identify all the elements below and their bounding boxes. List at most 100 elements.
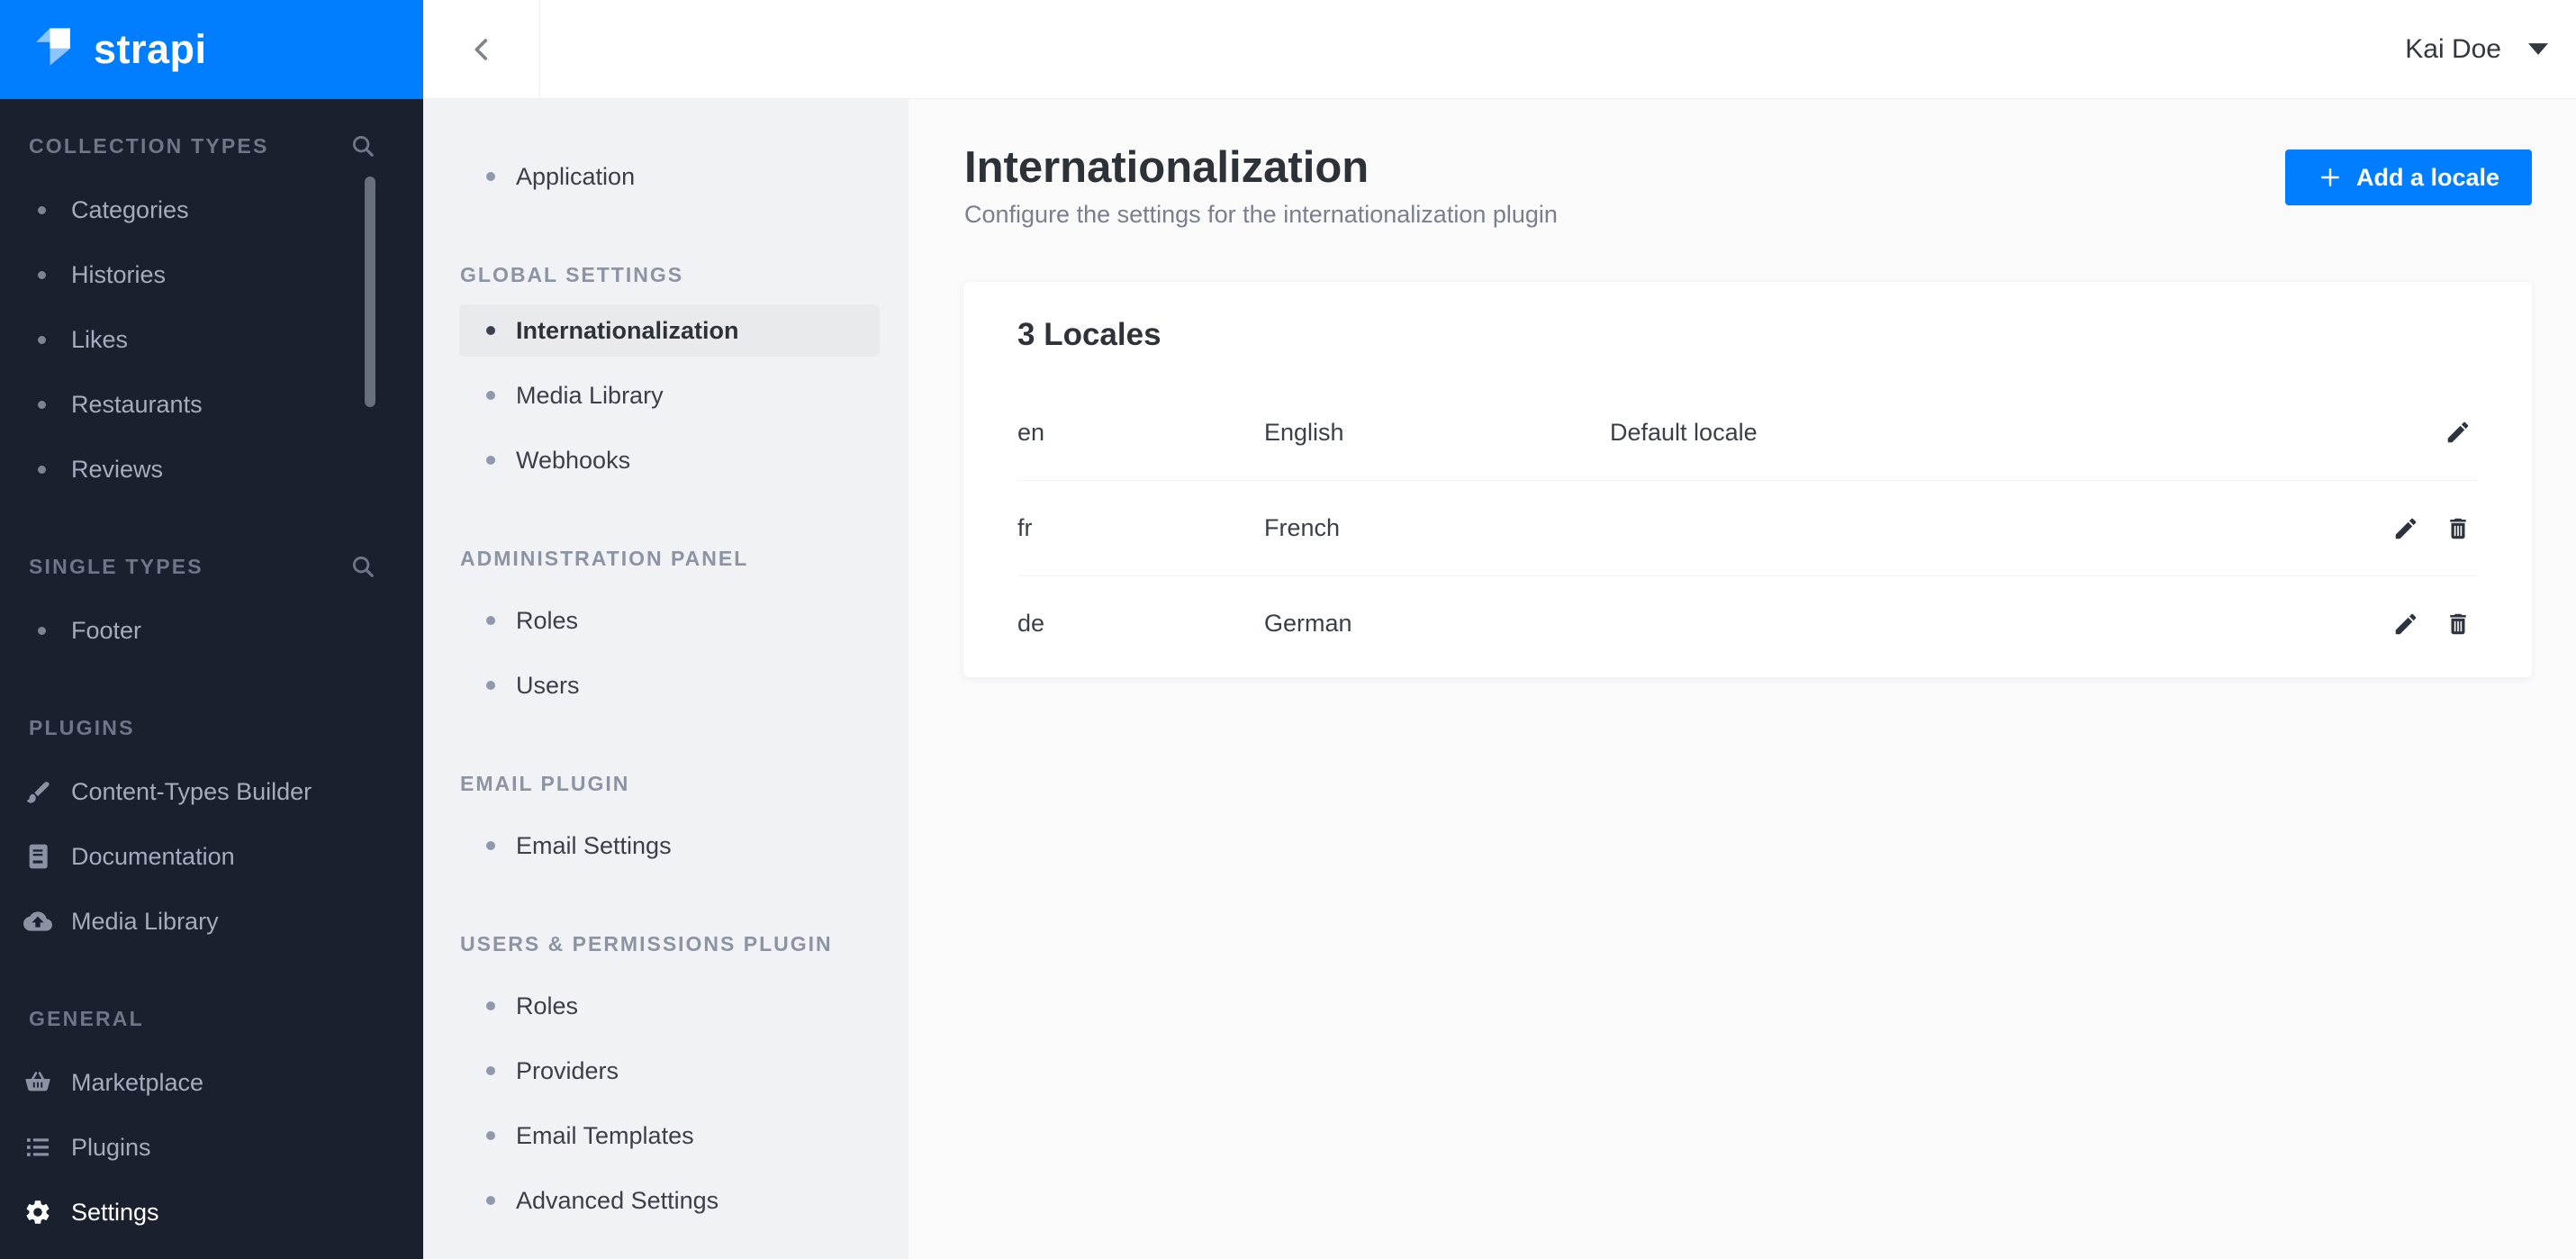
edit-locale-button[interactable] xyxy=(2386,604,2426,644)
settings-item-email-templates[interactable]: Email Templates xyxy=(423,1103,908,1168)
pencil-icon xyxy=(2395,518,2417,539)
locale-code: en xyxy=(1017,418,1045,446)
general-header: GENERAL xyxy=(29,1006,144,1030)
bullet-icon xyxy=(486,172,495,181)
bullet-icon xyxy=(38,335,46,344)
sidebar-scrollbar-thumb[interactable] xyxy=(365,177,375,407)
sidebar-item-settings[interactable]: Settings xyxy=(0,1180,423,1245)
locale-actions xyxy=(2386,604,2478,644)
locale-name: German xyxy=(1264,610,1352,637)
sidebar-item-media-library[interactable]: Media Library xyxy=(0,889,423,954)
locale-name: French xyxy=(1264,514,1341,541)
bullet-icon xyxy=(38,205,46,214)
bullet-icon xyxy=(486,391,495,400)
chevron-left-icon xyxy=(474,38,487,60)
collection-types-list: Categories Histories Likes Restaurants R… xyxy=(0,177,423,502)
trash-icon xyxy=(2450,613,2466,634)
settings-item-application[interactable]: Application xyxy=(423,144,908,209)
locales-card: 3 Locales en English Default locale fr F… xyxy=(963,282,2532,677)
section-general: GENERAL Marketplace Plugins Settings xyxy=(0,1002,423,1245)
back-button[interactable] xyxy=(423,0,540,98)
settings-item-media-library[interactable]: Media Library xyxy=(423,363,908,428)
global-settings-header: GLOBAL SETTINGS xyxy=(460,262,684,286)
add-locale-button[interactable]: Add a locale xyxy=(2284,149,2532,205)
settings-item-advanced-settings[interactable]: Advanced Settings xyxy=(423,1168,908,1233)
section-collection-types: COLLECTION TYPES Categories Histories Li… xyxy=(0,130,423,502)
sidebar-item-content-types-builder[interactable]: Content-Types Builder xyxy=(0,759,423,824)
strapi-logo[interactable]: strapi xyxy=(0,0,423,99)
settings-item-email-settings[interactable]: Email Settings xyxy=(423,813,908,878)
pencil-icon xyxy=(2395,613,2417,634)
settings-item-up-roles[interactable]: Roles xyxy=(423,974,908,1038)
bullet-icon xyxy=(486,456,495,465)
sidebar-item-histories[interactable]: Histories xyxy=(0,242,423,307)
bullet-icon xyxy=(486,1001,495,1010)
sidebar-item-marketplace[interactable]: Marketplace xyxy=(0,1050,423,1115)
settings-item-webhooks[interactable]: Webhooks xyxy=(423,428,908,493)
sidebar-item-reviews[interactable]: Reviews xyxy=(0,437,423,502)
user-menu[interactable]: Kai Doe xyxy=(2405,34,2576,65)
settings-item-admin-roles[interactable]: Roles xyxy=(423,588,908,653)
strapi-admin-app: strapi COLLECTION TYPES Categories Histo… xyxy=(0,0,2576,1259)
gear-icon xyxy=(26,1200,50,1224)
bullet-icon xyxy=(486,1196,495,1205)
single-types-header: SINGLE TYPES xyxy=(0,550,423,583)
administration-panel-header: ADMINISTRATION PANEL xyxy=(460,546,749,570)
locale-actions xyxy=(2438,412,2478,452)
settings-item-internationalization[interactable]: Internationalization xyxy=(459,304,880,357)
sidebar-item-documentation[interactable]: Documentation xyxy=(0,824,423,889)
locale-code: de xyxy=(1017,610,1045,637)
list-icon xyxy=(27,1138,49,1156)
delete-locale-button[interactable] xyxy=(2438,509,2478,548)
sidebar-item-restaurants[interactable]: Restaurants xyxy=(0,372,423,437)
pencil-icon xyxy=(2447,421,2469,443)
section-plugins: PLUGINS Content-Types Builder Documentat… xyxy=(0,711,423,954)
edit-locale-button[interactable] xyxy=(2438,412,2478,452)
bullet-icon xyxy=(486,681,495,690)
user-name: Kai Doe xyxy=(2405,33,2501,64)
locale-code: fr xyxy=(1017,514,1033,541)
settings-item-admin-users[interactable]: Users xyxy=(423,653,908,718)
bullet-icon xyxy=(486,1131,495,1140)
main-sidebar: strapi COLLECTION TYPES Categories Histo… xyxy=(0,0,423,1259)
search-icon[interactable] xyxy=(349,553,376,580)
main-content: Internationalization Configure the setti… xyxy=(908,99,2576,1259)
book-icon xyxy=(29,844,48,869)
cloud-upload-icon xyxy=(23,911,52,931)
bullet-icon xyxy=(38,270,46,279)
locales-table: en English Default locale fr French de G… xyxy=(963,385,2532,671)
content-body: Application GLOBAL SETTINGS Internationa… xyxy=(423,99,2576,1259)
locale-row-fr: fr French xyxy=(1017,480,2478,575)
sidebar-item-categories[interactable]: Categories xyxy=(0,177,423,242)
delete-locale-button[interactable] xyxy=(2438,604,2478,644)
bullet-icon xyxy=(486,616,495,625)
trash-icon xyxy=(2450,518,2466,539)
locale-row-en: en English Default locale xyxy=(1017,385,2478,480)
locales-card-title: 3 Locales xyxy=(1017,317,1161,352)
locale-actions xyxy=(2386,509,2478,548)
search-icon[interactable] xyxy=(349,132,376,159)
caret-down-icon xyxy=(2528,43,2548,55)
basket-icon xyxy=(25,1072,50,1091)
users-permissions-plugin-header: USERS & PERMISSIONS PLUGIN xyxy=(460,931,833,956)
collection-types-header: COLLECTION TYPES xyxy=(0,130,423,162)
plus-icon xyxy=(2320,168,2339,186)
bullet-icon xyxy=(38,400,46,409)
sidebar-item-likes[interactable]: Likes xyxy=(0,307,423,372)
brush-icon xyxy=(26,782,50,803)
plugins-header: PLUGINS xyxy=(29,715,135,739)
locale-row-de: de German xyxy=(1017,575,2478,671)
sidebar-item-plugins[interactable]: Plugins xyxy=(0,1115,423,1180)
right-pane: Kai Doe Application GLOBAL SETTINGS Inte… xyxy=(423,0,2576,1259)
settings-sidebar: Application GLOBAL SETTINGS Internationa… xyxy=(423,99,908,1259)
email-plugin-header: EMAIL PLUGIN xyxy=(460,771,630,795)
edit-locale-button[interactable] xyxy=(2386,509,2426,548)
locale-name: English xyxy=(1264,418,1344,446)
bullet-icon xyxy=(486,326,495,335)
brand-name: strapi xyxy=(94,26,207,72)
sidebar-item-footer[interactable]: Footer xyxy=(0,598,423,663)
bullet-icon xyxy=(38,465,46,474)
locale-default-badge: Default locale xyxy=(1610,418,1758,446)
bullet-icon xyxy=(486,841,495,850)
settings-item-providers[interactable]: Providers xyxy=(423,1038,908,1103)
